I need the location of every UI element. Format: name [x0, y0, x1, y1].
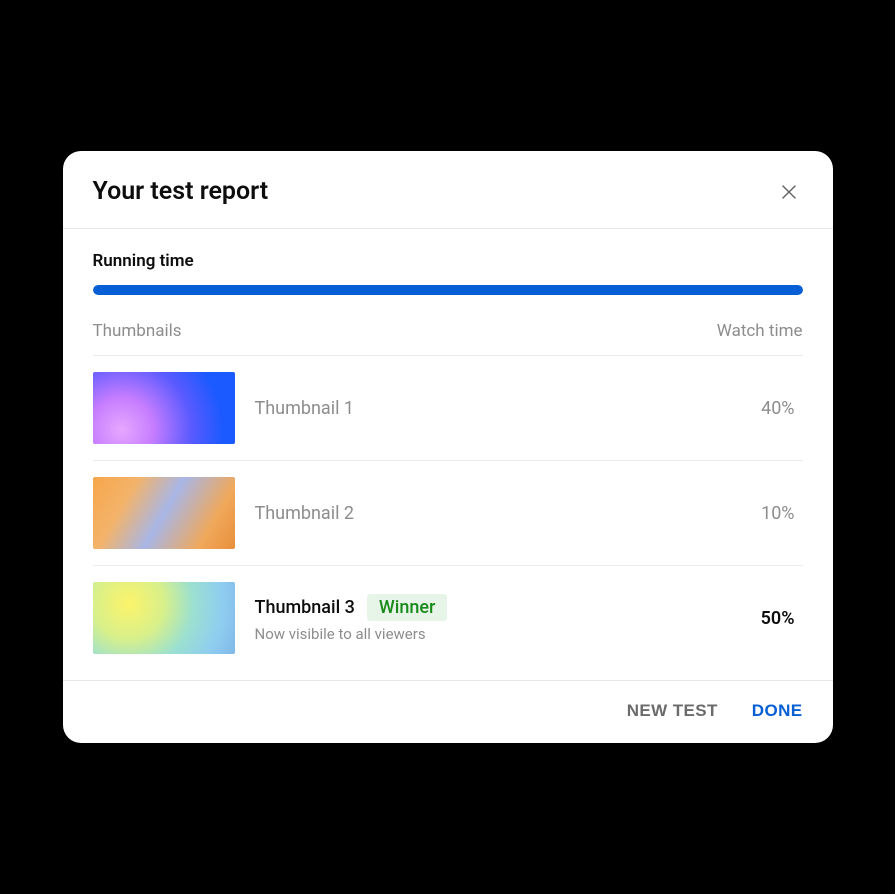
- dialog-footer: NEW TEST DONE: [63, 680, 833, 743]
- thumbnail-name: Thumbnail 2: [255, 503, 355, 524]
- close-button[interactable]: [775, 178, 803, 206]
- watch-time-value: 50%: [743, 608, 803, 629]
- thumbnail-preview: [93, 477, 235, 549]
- progress-bar: [93, 285, 803, 295]
- table-row: Thumbnail 2 10%: [93, 460, 803, 565]
- dialog-title: Your test report: [93, 177, 269, 206]
- test-report-dialog: Your test report Running time Thumbnails…: [63, 151, 833, 743]
- column-thumbnails: Thumbnails: [93, 321, 182, 341]
- row-main: Thumbnail 2: [255, 503, 723, 524]
- thumbnail-preview: [93, 582, 235, 654]
- thumbnails-table: Thumbnail 1 40% Thumbnail 2 10% Thumbnai…: [63, 355, 833, 680]
- done-button[interactable]: DONE: [752, 701, 803, 721]
- column-watch-time: Watch time: [717, 321, 803, 341]
- watch-time-value: 40%: [743, 398, 803, 419]
- thumbnail-preview: [93, 372, 235, 444]
- watch-time-value: 10%: [743, 503, 803, 524]
- new-test-button[interactable]: NEW TEST: [627, 701, 718, 721]
- running-time-label: Running time: [93, 251, 803, 271]
- table-header: Thumbnails Watch time: [63, 295, 833, 355]
- dialog-header: Your test report: [63, 151, 833, 229]
- table-row: Thumbnail 3 Winner Now visibile to all v…: [93, 565, 803, 670]
- close-icon: [778, 181, 800, 203]
- winner-badge: Winner: [367, 594, 447, 621]
- thumbnail-name: Thumbnail 3: [255, 597, 355, 618]
- row-main: Thumbnail 1: [255, 398, 723, 419]
- running-time-section: Running time: [63, 229, 833, 295]
- row-main: Thumbnail 3 Winner Now visibile to all v…: [255, 594, 723, 643]
- table-row: Thumbnail 1 40%: [93, 355, 803, 460]
- thumbnail-subtitle: Now visibile to all viewers: [255, 625, 723, 643]
- progress-fill: [93, 285, 803, 295]
- thumbnail-name: Thumbnail 1: [255, 398, 355, 419]
